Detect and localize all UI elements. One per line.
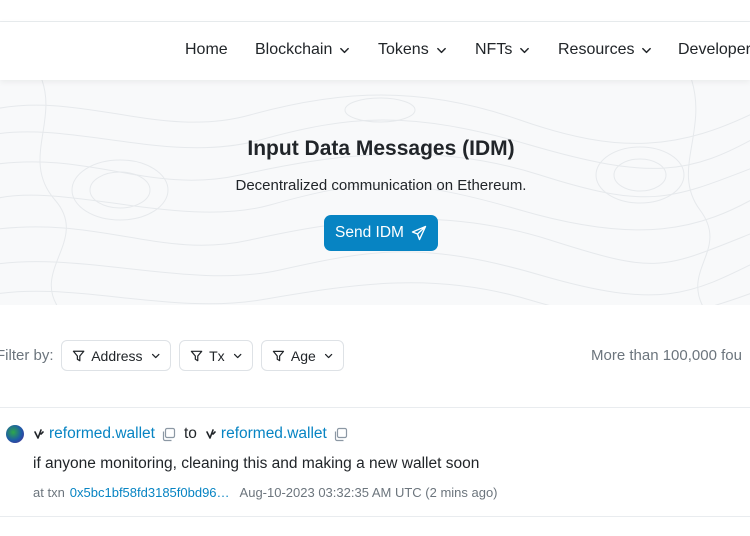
at-txn-label: at txn [33, 485, 65, 500]
to-word: to [183, 425, 197, 442]
page-subtitle: Decentralized communication on Ethereum. [235, 177, 527, 194]
list-divider [0, 516, 750, 517]
filter-age-button[interactable]: Age [261, 340, 344, 371]
nav-nfts[interactable]: NFTs [475, 41, 530, 59]
page-title: Input Data Messages (IDM) [247, 137, 515, 160]
nav-home-label: Home [185, 41, 228, 58]
ens-icon [206, 429, 216, 439]
nav-nfts-label: NFTs [475, 41, 513, 58]
message-text: if anyone monitoring, cleaning this and … [33, 455, 480, 472]
filter-label: Filter by: [0, 347, 54, 364]
paper-plane-icon [411, 225, 427, 241]
filter-address-button[interactable]: Address [61, 340, 171, 371]
filter-icon [272, 350, 285, 361]
nav-tokens[interactable]: Tokens [378, 41, 447, 59]
txn-hash-link[interactable]: 0x5bc1bf58fd3185f0bd96… [70, 485, 230, 500]
hero-banner: Input Data Messages (IDM) Decentralized … [0, 80, 750, 305]
top-strip [0, 0, 750, 22]
nav-blockchain[interactable]: Blockchain [255, 41, 350, 59]
nav-tokens-label: Tokens [378, 41, 429, 58]
chevron-down-icon [151, 353, 160, 358]
nav-home[interactable]: Home [185, 41, 228, 59]
ens-icon [34, 429, 44, 439]
filter-age-label: Age [290, 347, 316, 364]
nav-blockchain-label: Blockchain [255, 41, 333, 58]
filter-address-label: Address [91, 347, 143, 364]
chevron-down-icon [340, 47, 350, 53]
avatar [6, 425, 24, 443]
chevron-down-icon [436, 47, 446, 53]
main-navbar: Home Blockchain Tokens NFTs Resources De… [0, 22, 750, 80]
filter-icon [72, 350, 85, 361]
nav-resources-label: Resources [558, 41, 635, 58]
filter-tx-label: Tx [209, 347, 225, 364]
send-idm-button[interactable]: Send IDM [324, 215, 438, 251]
filter-icon [190, 350, 203, 361]
message-header: reformed.wallet to reformed.wallet [33, 424, 348, 444]
filter-tx-button[interactable]: Tx [179, 340, 253, 371]
from-address-link[interactable]: reformed.wallet [49, 425, 155, 443]
copy-icon[interactable] [161, 427, 176, 442]
message-timestamp: Aug-10-2023 03:32:35 AM UTC (2 mins ago) [239, 485, 498, 500]
send-idm-label: Send IDM [335, 224, 404, 241]
chevron-down-icon [520, 47, 530, 53]
chevron-down-icon [233, 353, 242, 358]
nav-developer[interactable]: Developer [678, 41, 750, 59]
list-divider [0, 407, 750, 408]
nav-resources[interactable]: Resources [558, 41, 652, 59]
chevron-down-icon [642, 47, 652, 53]
to-address-link[interactable]: reformed.wallet [221, 425, 327, 443]
copy-icon[interactable] [333, 427, 348, 442]
nav-developer-label: Developer [678, 41, 750, 58]
message-meta: at txn 0x5bc1bf58fd3185f0bd96… Aug-10-20… [33, 485, 498, 500]
chevron-down-icon [324, 353, 333, 358]
result-count: More than 100,000 fou [591, 347, 742, 364]
